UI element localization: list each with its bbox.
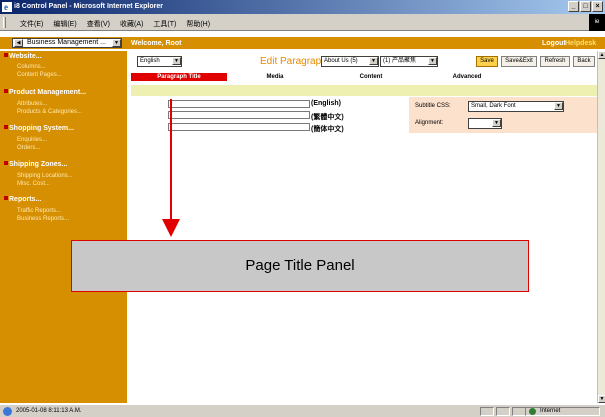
chevron-down-icon[interactable]: ▼ <box>554 102 563 110</box>
page-status-icon <box>3 407 12 416</box>
scroll-down-icon[interactable]: ▼ <box>598 395 605 403</box>
chevron-down-icon[interactable]: ▼ <box>172 57 181 65</box>
menu-file[interactable]: 文件(E) <box>20 19 43 29</box>
toolbar-grip <box>3 17 6 28</box>
sidebar-item-enquiries[interactable]: Enquiries... <box>17 137 47 143</box>
chevron-down-icon[interactable]: ▼ <box>112 39 121 47</box>
subtitle-css-value: Small, Dark Font <box>471 103 516 109</box>
sidebar-item-content-pages[interactable]: Content Pages... <box>17 72 62 78</box>
menu-favorites[interactable]: 收藏(A) <box>120 19 143 29</box>
status-bar: 2005-01-08 8:11:13 A.M. Internet <box>0 404 605 417</box>
tab-content[interactable]: Content <box>323 73 419 81</box>
chevron-down-icon[interactable]: ▼ <box>492 119 501 127</box>
page-select[interactable]: About Us (5) ▼ <box>321 56 379 67</box>
module-select[interactable]: ◀ Business Management ... ▼ <box>12 38 122 48</box>
globe-icon <box>529 408 536 415</box>
edit-paragraph-title: Edit Paragraph: <box>260 56 330 67</box>
module-select-value: Business Management ... <box>27 39 106 46</box>
annotation-arrow-icon <box>162 219 180 237</box>
alignment-select[interactable]: ▼ <box>468 118 502 129</box>
menu-tools[interactable]: 工具(T) <box>153 19 176 29</box>
language-select[interactable]: English ▼ <box>137 56 182 67</box>
menu-edit[interactable]: 编辑(E) <box>53 19 76 29</box>
title-traditional-chinese-field[interactable] <box>168 111 310 119</box>
logout-link[interactable]: Logout <box>542 40 566 47</box>
app-header: ◀ Business Management ... ▼ Welcome, Roo… <box>0 37 605 49</box>
title-simplified-chinese-field[interactable] <box>168 123 310 131</box>
section-bar <box>131 85 598 96</box>
welcome-text: Welcome, Root <box>131 40 182 47</box>
browser-window: e i8 Control Panel - Microsoft Internet … <box>0 0 605 417</box>
svg-text:e: e <box>4 2 8 12</box>
page-select-value: About Us (5) <box>324 58 358 64</box>
vertical-scrollbar[interactable]: ▲ ▼ <box>597 51 605 403</box>
sidebar-section-shopping-system[interactable]: Shopping System... <box>4 125 74 132</box>
chevron-down-icon[interactable]: ▼ <box>428 57 437 65</box>
menu-bar: 文件(E) 编辑(E) 查看(V) 收藏(A) 工具(T) 帮助(H) ie <box>0 14 605 31</box>
sidebar-item-orders[interactable]: Orders... <box>17 145 40 151</box>
close-button[interactable]: × <box>592 1 603 12</box>
sidebar: Website... Columns... Content Pages... P… <box>0 51 127 403</box>
chevron-down-icon[interactable]: ▼ <box>369 57 378 65</box>
tab-paragraph-title[interactable]: Paragraph Title <box>131 73 227 81</box>
tab-advanced[interactable]: Advanced <box>419 73 515 81</box>
restore-button[interactable]: □ <box>580 1 591 12</box>
sidebar-section-shipping-zones[interactable]: Shipping Zones... <box>4 161 67 168</box>
title-english-field[interactable] <box>168 100 310 108</box>
status-text: 2005-01-08 8:11:13 A.M. <box>16 408 82 414</box>
window-title: i8 Control Panel - Microsoft Internet Ex… <box>14 3 163 10</box>
title-properties-panel: Subtitle CSS: Small, Dark Font ▼ Alignme… <box>409 97 598 133</box>
security-zone: Internet <box>525 407 600 416</box>
save-exit-button[interactable]: Save&Exit <box>501 56 537 67</box>
refresh-button[interactable]: Refresh <box>540 56 570 67</box>
sidebar-item-products-categories[interactable]: Products & Categories... <box>17 109 82 115</box>
subtitle-css-select[interactable]: Small, Dark Font ▼ <box>468 101 564 112</box>
menu-help[interactable]: 帮助(H) <box>186 19 210 29</box>
save-button[interactable]: Save <box>476 56 498 67</box>
annotation-callout: Page Title Panel <box>71 240 529 292</box>
sidebar-item-columns[interactable]: Columns... <box>17 64 46 70</box>
sidebar-item-shipping-locations[interactable]: Shipping Locations... <box>17 173 73 179</box>
title-bar: e i8 Control Panel - Microsoft Internet … <box>0 0 605 14</box>
paragraph-select-value: (1) 产品聚焦 <box>383 58 417 64</box>
annotation-line <box>170 99 172 221</box>
ie-logo-icon: e <box>2 2 12 12</box>
language-select-value: English <box>140 58 160 64</box>
menu-view[interactable]: 查看(V) <box>87 19 110 29</box>
sidebar-section-product-management[interactable]: Product Management... <box>4 89 86 96</box>
sidebar-item-misc-cost[interactable]: Misc. Cost... <box>17 181 50 187</box>
sidebar-item-business-reports[interactable]: Business Reports... <box>17 216 69 222</box>
tab-media[interactable]: Media <box>227 73 323 81</box>
title-simplified-chinese-label: (簡体中文) <box>311 126 344 133</box>
scroll-up-icon[interactable]: ▲ <box>598 51 605 59</box>
zone-label: Internet <box>540 408 561 414</box>
helpdesk-link[interactable]: Helpdesk <box>565 40 596 47</box>
sidebar-item-traffic-reports[interactable]: Traffic Reports... <box>17 208 61 214</box>
windows-logo-icon: ie <box>589 14 605 31</box>
paragraph-select[interactable]: (1) 产品聚焦 ▼ <box>380 56 438 67</box>
title-traditional-chinese-label: (繁體中文) <box>311 114 344 121</box>
back-button[interactable]: Back <box>573 56 595 67</box>
tab-bar: Paragraph Title Media Content Advanced <box>131 73 596 81</box>
sidebar-section-reports[interactable]: Reports... <box>4 196 41 203</box>
subtitle-css-label: Subtitle CSS: <box>415 103 451 109</box>
alignment-label: Alignment: <box>415 120 444 126</box>
status-panel <box>480 407 494 416</box>
sidebar-section-website[interactable]: Website... <box>4 53 42 60</box>
status-panel <box>496 407 510 416</box>
minimize-button[interactable]: _ <box>568 1 579 12</box>
title-english-label: (English) <box>311 100 341 107</box>
sidebar-item-attributes[interactable]: Attributes... <box>17 101 47 107</box>
status-panel <box>512 407 526 416</box>
nav-toggle-icon[interactable]: ◀ <box>14 39 23 47</box>
